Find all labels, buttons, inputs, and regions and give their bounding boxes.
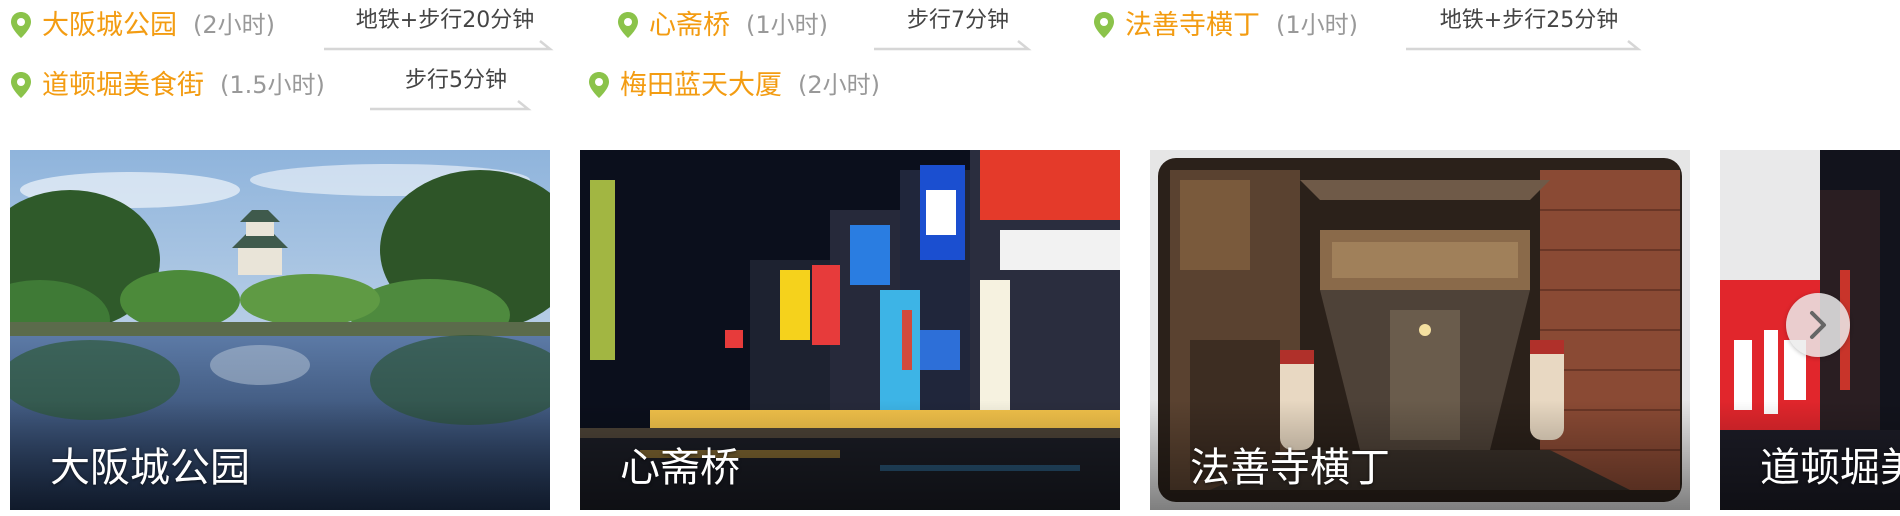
- route-itinerary: 大阪城公园 (2小时) 地铁+步行20分钟 心斋桥 (1小时) 步行7分钟 法善…: [0, 0, 1900, 140]
- transport-segment: 步行5分钟: [368, 60, 544, 112]
- arrow-line-icon: [370, 100, 532, 111]
- route-row: 道顿堀美食街 (1.5小时) 步行5分钟 梅田蓝天大厦 (2小时): [0, 60, 1900, 112]
- location-pin-icon: [11, 12, 31, 38]
- route-stop-name[interactable]: 梅田蓝天大厦: [620, 72, 782, 99]
- card-caption: 法善寺横丁: [1190, 445, 1390, 491]
- route-stop-name[interactable]: 心斋桥: [649, 12, 730, 39]
- transport-label: 地铁+步行20分钟: [355, 8, 535, 33]
- card-caption: 大阪城公园: [50, 445, 250, 491]
- chevron-right-icon: [1810, 311, 1826, 339]
- transport-segment: 地铁+步行25分钟: [1404, 0, 1654, 52]
- transport-label: 步行5分钟: [405, 68, 507, 93]
- transport-segment: 地铁+步行20分钟: [322, 0, 568, 52]
- location-pin-icon: [1094, 12, 1114, 38]
- attraction-card-hozenji-yokocho[interactable]: 法善寺横丁: [1150, 150, 1690, 510]
- route-stop-duration: (2小时): [798, 71, 880, 99]
- arrow-line-icon: [1406, 40, 1642, 51]
- route-stop-shinsaibashi[interactable]: 心斋桥 (1小时): [617, 4, 828, 46]
- location-pin-icon: [11, 72, 31, 98]
- transport-segment: 步行7分钟: [872, 0, 1044, 52]
- transport-label: 步行7分钟: [907, 8, 1009, 33]
- card-caption: 道顿堀美: [1760, 445, 1900, 491]
- location-pin-icon: [589, 72, 609, 98]
- card-caption: 心斋桥: [620, 445, 740, 491]
- route-stop-duration: (1小时): [1276, 11, 1358, 39]
- route-stop-name[interactable]: 道顿堀美食街: [42, 72, 204, 99]
- route-stop-duration: (1.5小时): [220, 71, 325, 99]
- route-stop-umeda-sky-building[interactable]: 梅田蓝天大厦 (2小时): [588, 64, 880, 106]
- route-stop-duration: (2小时): [193, 11, 275, 39]
- attraction-photo-carousel: 大阪城公园 心斋桥 法善寺横丁 道顿堀: [0, 150, 1900, 516]
- location-pin-icon: [618, 12, 638, 38]
- attraction-card-shinsaibashi[interactable]: 心斋桥: [580, 150, 1120, 510]
- route-stop-dotonbori-food-street[interactable]: 道顿堀美食街 (1.5小时): [10, 64, 325, 106]
- route-row: 大阪城公园 (2小时) 地铁+步行20分钟 心斋桥 (1小时) 步行7分钟 法善…: [0, 0, 1900, 52]
- route-stop-osaka-castle-park[interactable]: 大阪城公园 (2小时): [10, 4, 275, 46]
- attraction-card-osaka-castle-park[interactable]: 大阪城公园: [10, 150, 550, 510]
- arrow-line-icon: [324, 40, 554, 51]
- route-stop-name[interactable]: 大阪城公园: [42, 12, 177, 39]
- route-stop-hozenji-yokocho[interactable]: 法善寺横丁 (1小时): [1093, 4, 1358, 46]
- carousel-next-button[interactable]: [1786, 293, 1850, 357]
- route-stop-name[interactable]: 法善寺横丁: [1125, 12, 1260, 39]
- arrow-line-icon: [874, 40, 1032, 51]
- transport-label: 地铁+步行25分钟: [1439, 8, 1619, 33]
- route-stop-duration: (1小时): [746, 11, 828, 39]
